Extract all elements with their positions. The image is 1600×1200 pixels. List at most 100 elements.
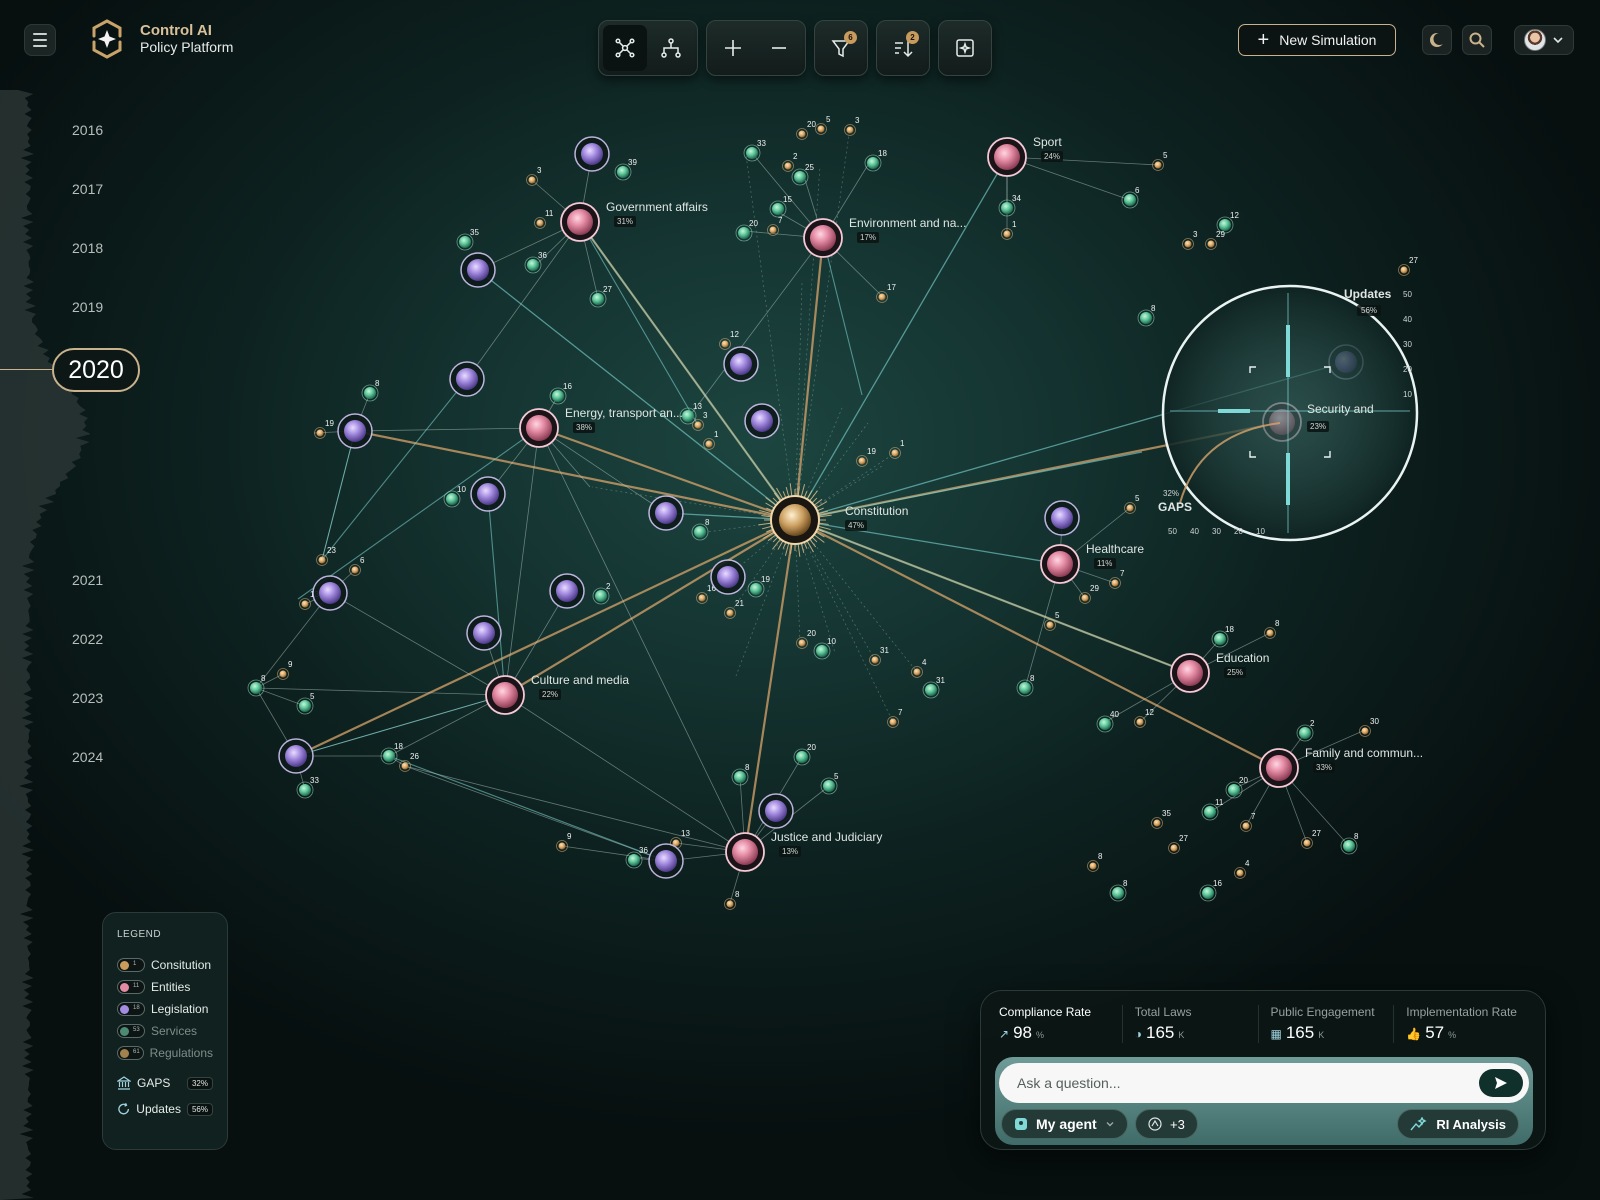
legislation-node[interactable] (312, 575, 348, 611)
regulation-node[interactable]: 8 (1264, 619, 1281, 639)
regulation-node[interactable]: 21 (724, 599, 745, 619)
legislation-node[interactable] (648, 495, 684, 531)
entity-node[interactable]: Healthcare 11% (1040, 542, 1144, 584)
service-node[interactable]: 8 (731, 763, 750, 786)
service-node[interactable]: 19 (747, 575, 770, 598)
agent-selector[interactable]: My agent (1001, 1109, 1128, 1139)
service-node[interactable]: 10 (813, 637, 836, 660)
legislation-node[interactable] (744, 403, 780, 439)
service-node[interactable]: 25 (791, 163, 814, 186)
regulation-node[interactable]: 1 (703, 430, 720, 450)
service-node[interactable]: 35 (456, 228, 479, 251)
legislation-node[interactable] (1044, 500, 1080, 536)
ask-input[interactable] (999, 1063, 1529, 1103)
service-node[interactable]: 16 (549, 382, 572, 405)
legend-item[interactable]: 53 Services (117, 1020, 213, 1042)
service-node[interactable]: 20 (1225, 776, 1248, 799)
service-node[interactable]: 13 (679, 402, 702, 425)
regulation-node[interactable]: 19 (856, 447, 877, 467)
service-node[interactable]: 20 (793, 743, 816, 766)
legislation-node[interactable] (449, 361, 485, 397)
service-node[interactable]: 11 (1201, 798, 1224, 821)
service-node[interactable]: 27 (589, 285, 612, 308)
regulation-node[interactable]: 5 (1152, 151, 1169, 171)
regulation-node[interactable]: 9 (556, 832, 573, 852)
regulation-node[interactable]: 23 (316, 546, 337, 566)
service-node[interactable]: 6 (1121, 186, 1140, 209)
regulation-node[interactable]: 27 (1398, 256, 1419, 276)
entity-node[interactable]: Family and commun... 33% (1259, 746, 1423, 788)
service-node[interactable]: 5 (296, 692, 315, 715)
regulation-node[interactable]: 4 (911, 658, 928, 678)
entity-node[interactable]: Sport 24% (987, 135, 1063, 177)
regulation-node[interactable]: 3 (692, 411, 709, 431)
regulation-node[interactable]: 7 (1109, 569, 1126, 589)
regulation-node[interactable]: 9 (277, 660, 294, 680)
legend-updates[interactable]: Updates 56% (117, 1102, 213, 1116)
regulation-node[interactable]: 19 (314, 419, 335, 439)
service-node[interactable]: 8 (691, 518, 710, 541)
regulation-node[interactable]: 27 (1301, 829, 1322, 849)
legislation-node[interactable] (574, 136, 610, 172)
service-node[interactable]: 2 (592, 582, 611, 605)
legislation-node[interactable] (758, 793, 794, 829)
regulation-node[interactable]: 12 (719, 330, 740, 350)
entity-node[interactable]: Justice and Judiciary 13% (725, 830, 882, 872)
entity-node[interactable]: Education 25% (1170, 651, 1269, 693)
regulation-node[interactable]: 29 (1079, 584, 1100, 604)
service-node[interactable]: 8 (1340, 832, 1359, 855)
legislation-node[interactable] (466, 615, 502, 651)
regulation-node[interactable]: 11 (534, 209, 554, 229)
service-node[interactable]: 10 (443, 485, 466, 508)
service-node[interactable]: 8 (1016, 674, 1035, 697)
legislation-node[interactable] (278, 738, 314, 774)
regulation-node[interactable]: 29 (1205, 230, 1226, 250)
legend-item[interactable]: 61 Regulations (117, 1042, 213, 1064)
regulation-node[interactable]: 5 (815, 115, 832, 135)
service-node[interactable]: 31 (922, 676, 945, 699)
service-node[interactable]: 16 (1199, 879, 1222, 902)
entity-node[interactable]: Environment and na... 17% (803, 216, 966, 258)
regulation-node[interactable]: 2 (782, 152, 799, 172)
service-node[interactable]: 5 (820, 772, 839, 795)
regulation-node[interactable]: 1 (889, 439, 906, 459)
magnifier-lens[interactable]: Security and 23% Updates 56% 32% GAPS 50 40 30 20… (1158, 284, 1419, 542)
service-node[interactable]: 36 (524, 251, 547, 274)
regulation-node[interactable]: 17 (876, 283, 897, 303)
service-node[interactable]: 8 (1137, 304, 1156, 327)
service-node[interactable]: 36 (625, 846, 648, 869)
legislation-node[interactable] (723, 346, 759, 382)
regulation-node[interactable]: 4 (1234, 859, 1251, 879)
service-node[interactable]: 15 (769, 195, 792, 218)
regulation-node[interactable]: 1 (1001, 220, 1018, 240)
entity-node[interactable]: Energy, transport an... 38% (519, 406, 683, 448)
regulation-node[interactable]: 8 (1087, 852, 1104, 872)
legend-item[interactable]: 11 Entities (117, 976, 213, 998)
service-node[interactable]: 39 (614, 158, 637, 181)
service-node[interactable]: 2 (1296, 719, 1315, 742)
legend-item[interactable]: 18 Legislation (117, 998, 213, 1020)
service-node[interactable]: 8 (361, 379, 380, 402)
legend-item[interactable]: 1 Consitution (117, 954, 213, 976)
entity-node[interactable]: Culture and media 22% (485, 673, 629, 715)
service-node[interactable]: 18 (864, 149, 887, 172)
service-node[interactable]: 40 (1096, 710, 1119, 733)
service-node[interactable]: 8 (247, 674, 266, 697)
legislation-node[interactable] (549, 573, 585, 609)
regulation-node[interactable]: 3 (844, 116, 861, 136)
service-node[interactable]: 20 (735, 219, 758, 242)
service-node[interactable]: 33 (743, 139, 766, 162)
service-node[interactable]: 34 (998, 194, 1021, 217)
regulation-node[interactable]: 27 (1168, 834, 1189, 854)
more-agents-button[interactable]: +3 (1135, 1109, 1198, 1139)
legend-gaps[interactable]: GAPS 32% (117, 1076, 213, 1090)
regulation-node[interactable]: 7 (767, 216, 784, 236)
service-node[interactable]: 8 (1109, 879, 1128, 902)
entity-node[interactable]: Government affairs 31% (560, 200, 708, 242)
regulation-node[interactable]: 20 (796, 629, 817, 649)
regulation-node[interactable]: 35 (1151, 809, 1172, 829)
legislation-node[interactable] (460, 252, 496, 288)
legislation-node[interactable] (470, 476, 506, 512)
regulation-node[interactable]: 30 (1359, 717, 1380, 737)
legislation-node[interactable] (710, 559, 746, 595)
